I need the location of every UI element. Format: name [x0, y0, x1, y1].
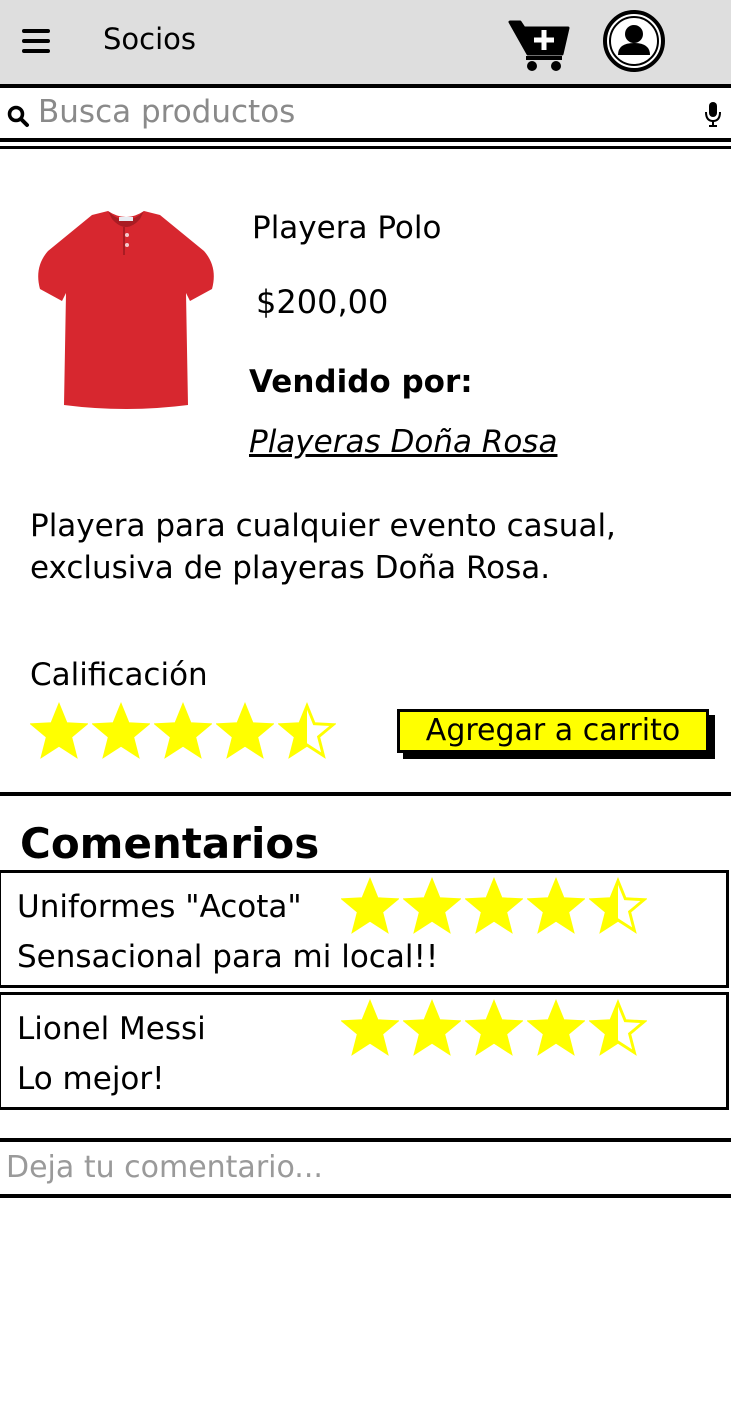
user-icon[interactable]: [602, 9, 666, 73]
star-full-icon: [465, 999, 523, 1056]
app-title: Socios: [103, 22, 197, 56]
star-full-icon: [341, 999, 399, 1056]
comment-item: Lionel Messi Lo mejor!: [0, 992, 729, 1110]
product-rating: [30, 702, 336, 760]
comments-title: Comentarios: [20, 819, 320, 868]
comment-rating: [341, 877, 647, 935]
cart-add-icon[interactable]: [508, 16, 572, 72]
comment-rating: [341, 999, 647, 1057]
comment-text: Lo mejor!: [17, 1061, 165, 1097]
comment-text: Sensacional para mi local!!: [17, 939, 439, 975]
sold-by-label: Vendido por:: [249, 364, 473, 400]
star-full-icon: [341, 877, 399, 934]
star-half-icon: [589, 877, 647, 934]
star-full-icon: [92, 702, 150, 759]
comment-item: Uniformes "Acota" Sensacional para mi lo…: [0, 870, 729, 988]
star-full-icon: [465, 877, 523, 934]
product-image: [38, 211, 214, 409]
product-description: Playera para cualquier evento casual, ex…: [30, 508, 616, 586]
comment-input[interactable]: [6, 1146, 706, 1188]
star-full-icon: [527, 877, 585, 934]
comment-author: Lionel Messi: [17, 1011, 206, 1047]
rating-label: Calificación: [30, 657, 208, 693]
comment-author: Uniformes "Acota": [17, 889, 302, 925]
microphone-icon[interactable]: [704, 100, 722, 128]
seller-link[interactable]: Playeras Doña Rosa: [249, 421, 557, 463]
star-half-icon: [278, 702, 336, 759]
menu-icon[interactable]: [22, 29, 50, 53]
search-icon: [7, 105, 29, 127]
star-full-icon: [403, 877, 461, 934]
star-full-icon: [154, 702, 212, 759]
star-half-icon: [589, 999, 647, 1056]
divider: [0, 792, 731, 796]
star-full-icon: [403, 999, 461, 1056]
star-full-icon: [527, 999, 585, 1056]
product-price: $200,00: [256, 283, 389, 321]
search-input[interactable]: [38, 92, 678, 132]
add-to-cart-button[interactable]: Agregar a carrito: [397, 709, 709, 753]
star-full-icon: [30, 702, 88, 759]
star-full-icon: [216, 702, 274, 759]
divider: [0, 146, 731, 149]
product-name: Playera Polo: [252, 210, 442, 246]
